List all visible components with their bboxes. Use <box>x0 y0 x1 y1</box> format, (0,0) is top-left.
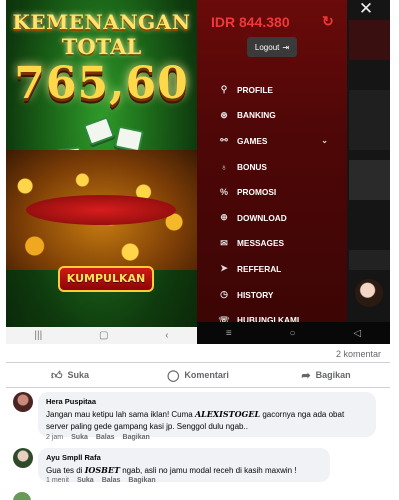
comment-like-link[interactable]: Suka <box>77 477 94 484</box>
refresh-icon[interactable]: ↻ <box>322 13 334 30</box>
side-menu: IDR 844.380 ↻ Logout ⇥ ⚲ PROFILE ⊛ BANKI… <box>197 0 347 325</box>
red-cloth-image <box>26 195 176 225</box>
win-title-line2: TOTAL <box>61 34 142 59</box>
chevron-down-icon[interactable]: ⌄ <box>321 136 328 145</box>
casino-menu-screenshot: IDR 844.380 ↻ Logout ⇥ ⚲ PROFILE ⊛ BANKI… <box>197 0 390 344</box>
menu-item-label: PROMOSI <box>237 187 277 198</box>
menu-icon[interactable]: ||| <box>34 330 42 341</box>
menu-item-label: BONUS <box>237 161 267 172</box>
comment-reply-link[interactable]: Balas <box>102 477 121 484</box>
logout-label: Logout <box>254 42 280 52</box>
send-icon: ➤ <box>220 263 228 274</box>
mail-icon: ✉ <box>220 237 228 248</box>
like-button[interactable]: 👍︎ Suka <box>6 365 134 385</box>
comment-item: Ayu Smpll Rafa Gua tes di IOSBET ngab, a… <box>13 448 393 482</box>
menu-item-label: BANKING <box>237 110 276 121</box>
menu-item-bonus[interactable]: ♁ BONUS <box>217 154 342 180</box>
menu-item-profile[interactable]: ⚲ PROFILE <box>217 77 342 103</box>
collect-button[interactable]: KUMPULKAN <box>58 266 154 292</box>
comment-button[interactable]: ◯ Komentari <box>134 365 262 385</box>
comment-reply-link[interactable]: Balas <box>96 434 115 441</box>
comment-time[interactable]: 2 jam <box>46 434 63 441</box>
clock-icon: ◷ <box>220 289 228 300</box>
commenter-name[interactable]: Hera Puspitaa <box>46 397 368 406</box>
win-title-line1: KEMENANGAN <box>12 10 191 34</box>
menu-item-label: MESSAGES <box>237 238 285 249</box>
game-win-screenshot: KEMENANGAN TOTAL 765,60 KUMPULKAN ||| ▢ … <box>6 0 197 344</box>
comment-meta: 1 menit Suka Balas Bagikan <box>46 477 156 484</box>
share-label: Bagikan <box>315 370 351 380</box>
back-icon[interactable]: ‹ <box>165 330 168 341</box>
comment-text: Jangan mau ketipu lah sama iklan! Cuma A… <box>46 409 345 431</box>
post-action-row: 👍︎ Suka ◯ Komentari ➦ Bagikan <box>6 365 390 385</box>
android-nav-bar: ||| ▢ ‹ <box>6 327 197 344</box>
menu-icon[interactable]: ≡ <box>226 328 232 339</box>
avatar[interactable] <box>13 448 33 468</box>
menu-item-history[interactable]: ◷ HISTORY <box>217 282 342 308</box>
comment-count[interactable]: 2 komentar <box>336 349 381 359</box>
comment-label: Komentari <box>184 370 229 380</box>
avatar[interactable] <box>13 492 31 500</box>
pin-icon: ⚲ <box>220 84 228 95</box>
menu-item-label: GAMES <box>237 135 268 146</box>
logout-button[interactable]: Logout ⇥ <box>247 37 297 57</box>
comment-time[interactable]: 1 menit <box>46 477 69 484</box>
back-triangle-icon[interactable]: ◁ <box>353 328 361 339</box>
menu-item-promosi[interactable]: % PROMOSI <box>217 179 342 205</box>
thumbs-up-icon: 👍︎ <box>50 369 63 382</box>
android-nav-bar: ≡ ○ ◁ <box>197 322 390 344</box>
menu-item-label: DOWNLOAD <box>237 212 287 223</box>
menu-item-banking[interactable]: ⊛ BANKING <box>217 103 342 129</box>
download-icon: ⊕ <box>220 212 228 223</box>
comment-share-link[interactable]: Bagikan <box>128 477 155 484</box>
menu-item-label: PROFILE <box>237 84 273 95</box>
home-circle-icon[interactable]: ○ <box>290 328 296 339</box>
gamepad-icon: ⚯ <box>220 135 228 146</box>
menu-item-download[interactable]: ⊕ DOWNLOAD <box>217 205 342 231</box>
comment-share-link[interactable]: Bagikan <box>123 434 150 441</box>
background-page-strip <box>347 0 390 322</box>
share-button[interactable]: ➦ Bagikan <box>262 365 390 385</box>
commenter-name[interactable]: Ayu Smpll Rafa <box>46 453 322 462</box>
menu-item-messages[interactable]: ✉ MESSAGES <box>217 231 342 257</box>
avatar[interactable] <box>13 392 33 412</box>
close-icon[interactable]: ✕ <box>355 0 377 19</box>
like-label: Suka <box>67 370 89 380</box>
divider <box>6 387 390 388</box>
win-amount: 765,60 <box>14 58 189 109</box>
menu-item-refferal[interactable]: ➤ REFFERAL <box>217 256 342 282</box>
highlight-brand: IOSBET <box>84 465 120 475</box>
logout-icon: ⇥ <box>282 42 290 52</box>
divider <box>6 362 390 363</box>
bulb-icon: ♁ <box>220 161 228 172</box>
floating-avatar[interactable] <box>355 279 383 307</box>
menu-item-label: HISTORY <box>237 289 274 300</box>
share-arrow-icon: ➦ <box>301 369 311 382</box>
highlight-brand: ALEXISTOGEL <box>194 409 261 419</box>
comment-text: Gua tes di IOSBET ngab, asli no jamu mod… <box>46 465 297 475</box>
percent-icon: % <box>219 187 228 198</box>
menu-list: ⚲ PROFILE ⊛ BANKING ⚯ GAMES ⌄ ♁ BONUS % … <box>217 77 342 333</box>
comment-bubble: Hera Puspitaa Jangan mau ketipu lah sama… <box>38 392 376 437</box>
bank-icon: ⊛ <box>220 109 228 120</box>
balance-text: IDR 844.380 <box>211 14 290 30</box>
comment-meta: 2 jam Suka Balas Bagikan <box>46 434 150 441</box>
comment-bubble-icon: ◯ <box>167 369 180 382</box>
menu-item-label: REFFERAL <box>237 263 282 274</box>
comment-like-link[interactable]: Suka <box>71 434 88 441</box>
home-square-icon[interactable]: ▢ <box>99 330 108 341</box>
menu-item-games[interactable]: ⚯ GAMES ⌄ <box>217 128 342 154</box>
